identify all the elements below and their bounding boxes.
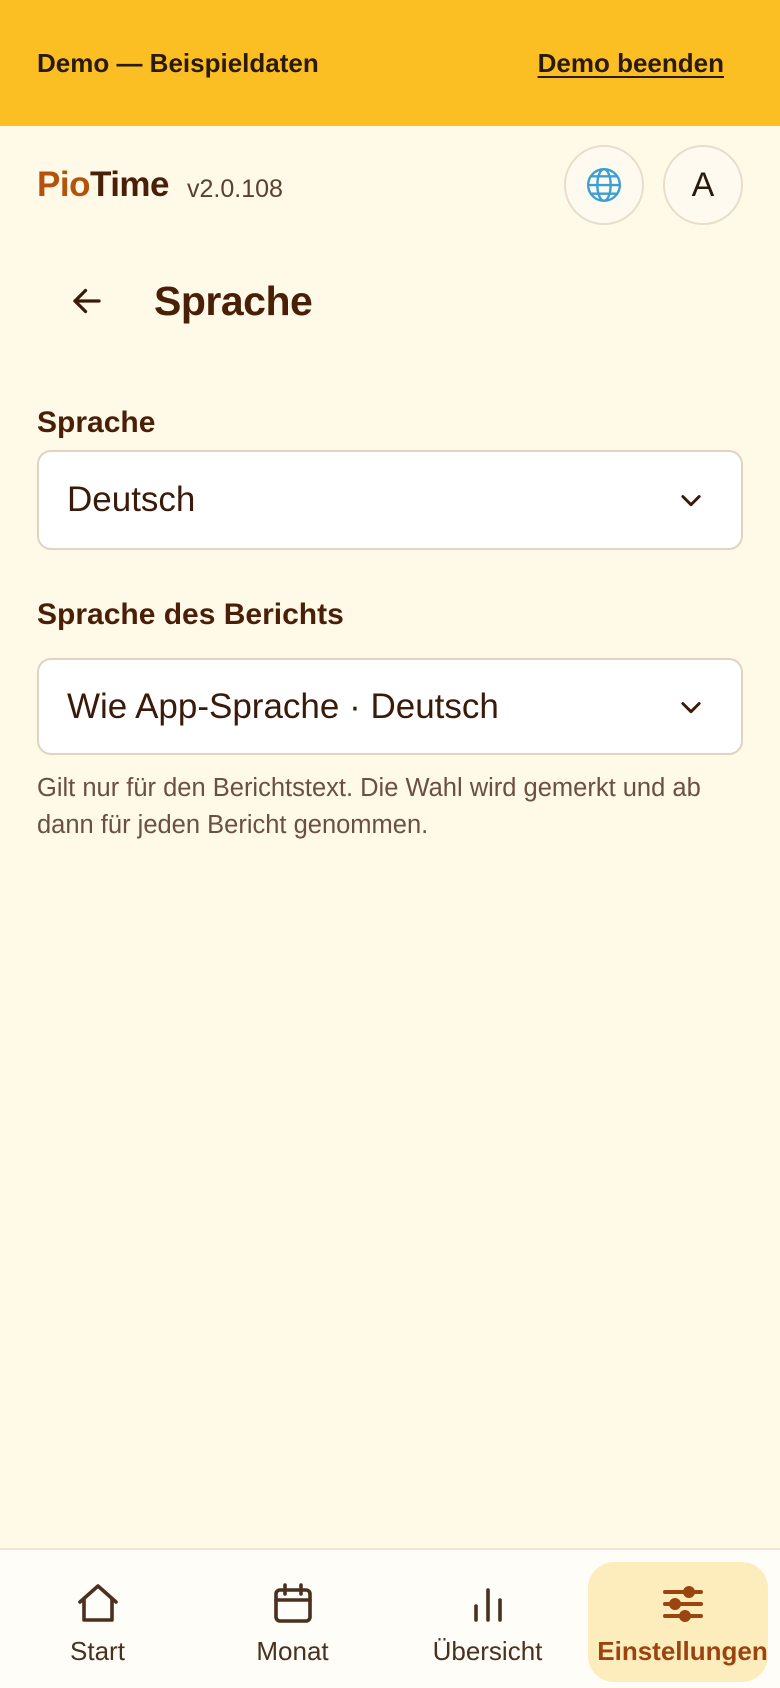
bottom-navigation: Start Monat Übersicht Einstellungen bbox=[0, 1548, 780, 1688]
nav-label-uebersicht: Übersicht bbox=[432, 1636, 543, 1666]
arrow-left-icon bbox=[73, 288, 101, 314]
account-avatar-button[interactable]: A bbox=[663, 145, 743, 225]
page-title-row: Sprache bbox=[0, 256, 780, 346]
report-language-select[interactable]: Wie App-Sprache · Deutsch bbox=[37, 658, 743, 755]
report-language-select-value: Wie App-Sprache · Deutsch bbox=[67, 686, 499, 726]
nav-item-start[interactable]: Start bbox=[0, 1550, 195, 1688]
settings-language-page: Demo — Beispieldaten Demo beenden PioTim… bbox=[0, 0, 780, 1688]
nav-item-uebersicht[interactable]: Übersicht bbox=[390, 1550, 585, 1688]
page-title: Sprache bbox=[154, 277, 313, 324]
nav-item-einstellungen[interactable]: Einstellungen bbox=[585, 1550, 780, 1688]
back-button[interactable] bbox=[62, 276, 112, 326]
sliders-icon bbox=[662, 1586, 703, 1622]
demo-banner-text: Demo — Beispieldaten bbox=[37, 47, 319, 78]
nav-label-start: Start bbox=[70, 1636, 125, 1666]
language-label: Sprache bbox=[37, 406, 156, 439]
bar-chart-icon bbox=[473, 1588, 502, 1622]
brand-logo: PioTime bbox=[37, 165, 170, 205]
nav-label-einstellungen: Einstellungen bbox=[597, 1636, 768, 1666]
chevron-down-icon bbox=[681, 495, 701, 507]
calendar-icon bbox=[273, 1583, 312, 1623]
nav-label-monat: Monat bbox=[256, 1636, 329, 1666]
language-select[interactable]: Deutsch bbox=[37, 450, 743, 550]
home-icon bbox=[77, 1584, 118, 1622]
header-actions: A bbox=[564, 145, 743, 225]
language-select-value: Deutsch bbox=[67, 480, 196, 519]
report-language-label: Sprache des Berichts bbox=[37, 598, 344, 631]
app-version: v2.0.108 bbox=[187, 174, 283, 203]
brand-time: Time bbox=[89, 165, 170, 204]
app-header: PioTime v2.0.108 A bbox=[0, 126, 780, 244]
report-language-help-text: Gilt nur für den Berichtstext. Die Wahl … bbox=[37, 774, 701, 839]
brand-pio: Pio bbox=[37, 165, 90, 204]
avatar-letter: A bbox=[691, 165, 715, 204]
globe-icon bbox=[586, 167, 622, 203]
nav-item-monat[interactable]: Monat bbox=[195, 1550, 390, 1688]
end-demo-link[interactable]: Demo beenden bbox=[538, 48, 724, 79]
language-button[interactable] bbox=[564, 145, 644, 225]
demo-banner: Demo — Beispieldaten Demo beenden bbox=[0, 0, 780, 126]
chevron-down-icon bbox=[681, 701, 701, 713]
